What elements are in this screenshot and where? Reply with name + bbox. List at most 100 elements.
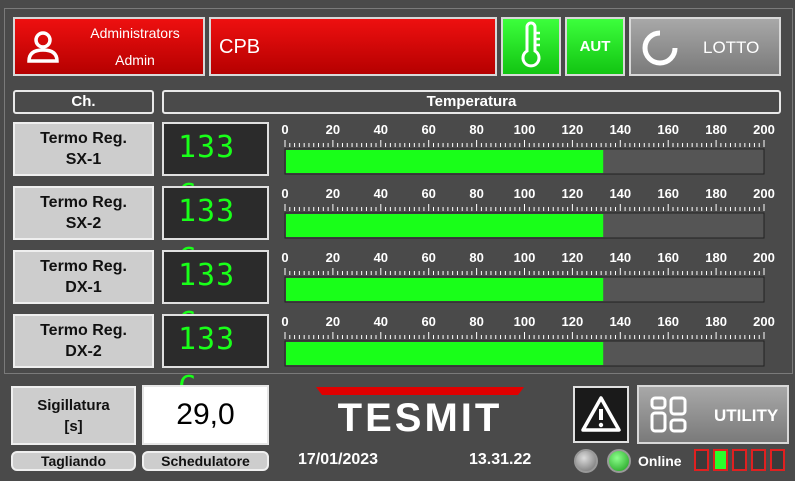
utility-button[interactable]: UTILITY (637, 385, 789, 444)
temperature-gauge: 0 20 40 60 80 100 120 140 160 180 200 (278, 312, 778, 372)
scale-tick-label: 160 (657, 122, 679, 137)
user-icon (27, 31, 59, 63)
scale-tick-label: 100 (514, 122, 536, 137)
temperature-column-header: Temperatura (162, 90, 781, 114)
channel-label-line1: Termo Reg. (40, 258, 127, 275)
scale-tick-label: 140 (609, 250, 631, 265)
lotto-label: LOTTO (703, 38, 760, 57)
temperature-readout: 133 C (162, 122, 269, 213)
utility-label: UTILITY (714, 406, 779, 425)
scale-tick-label: 180 (705, 250, 727, 265)
scale-tick-label: 180 (705, 186, 727, 201)
sealing-time-button[interactable]: Sigillatura [s] (11, 386, 136, 445)
program-name-field[interactable]: CPB (209, 17, 497, 76)
auto-mode-button[interactable]: AUT (565, 17, 625, 76)
scale-tick-label: 180 (705, 314, 727, 329)
sealing-unit: [s] (64, 417, 83, 435)
scale-tick-label: 160 (657, 314, 679, 329)
scale-tick-label: 160 (657, 250, 679, 265)
scale-tick-label: 0 (281, 122, 288, 137)
gauge-svg: 0 20 40 60 80 100 120 140 160 180 200 (281, 314, 775, 367)
signal-bar (713, 449, 728, 471)
gauge-fill (286, 342, 604, 365)
scale-tick-label: 0 (281, 186, 288, 201)
scale-tick-label: 100 (514, 314, 536, 329)
scale-tick-label: 100 (514, 186, 536, 201)
scale-tick-label: 60 (421, 122, 435, 137)
scale-tick-label: 140 (609, 186, 631, 201)
scale-tick-label: 80 (469, 186, 483, 201)
gauge-fill (286, 150, 604, 173)
maintenance-button[interactable]: Tagliando (11, 451, 136, 471)
gauge-fill (286, 278, 604, 301)
thermometer-icon (521, 21, 541, 68)
signal-bar (770, 449, 785, 471)
scale-tick-label: 20 (326, 314, 340, 329)
user-login-button[interactable]: Administrators Admin (13, 17, 205, 76)
gauge-svg: 0 20 40 60 80 100 120 140 160 180 200 (281, 186, 775, 239)
gauge-svg: 0 20 40 60 80 100 120 140 160 180 200 (281, 250, 775, 303)
sealing-time-input[interactable]: 29,0 (142, 385, 269, 445)
temperature-readout: 133 C (162, 314, 269, 405)
scale-tick-label: 80 (469, 314, 483, 329)
status-led-online (607, 449, 631, 473)
scale-tick-label: 60 (421, 250, 435, 265)
sealing-label: Sigillatura (37, 396, 110, 414)
user-name: Admin (115, 52, 155, 68)
scale-tick-label: 120 (562, 250, 584, 265)
progress-ring-icon (642, 30, 678, 66)
scale-tick-label: 0 (281, 314, 288, 329)
temperature-readout: 133 C (162, 186, 269, 277)
channel-label-line2: SX-1 (65, 151, 102, 168)
channel-label-line1: Termo Reg. (40, 130, 127, 147)
scale-tick-label: 60 (421, 314, 435, 329)
channel-label-line1: Termo Reg. (40, 194, 127, 211)
scale-tick-label: 180 (705, 122, 727, 137)
signal-bar (751, 449, 766, 471)
gauge-fill (286, 214, 604, 237)
scale-tick-label: 20 (326, 250, 340, 265)
scale-tick-label: 0 (281, 250, 288, 265)
channel-column-header: Ch. (13, 90, 154, 114)
channel-button[interactable]: Termo Reg. SX-1 (13, 122, 154, 176)
current-time: 13.31.22 (469, 451, 532, 468)
current-date: 17/01/2023 (298, 451, 379, 468)
channel-button[interactable]: Termo Reg. DX-2 (13, 314, 154, 368)
scale-tick-label: 200 (753, 186, 775, 201)
channel-button[interactable]: Termo Reg. DX-1 (13, 250, 154, 304)
scale-tick-label: 40 (374, 250, 388, 265)
scale-tick-label: 140 (609, 314, 631, 329)
alarm-button[interactable] (573, 386, 629, 443)
temperature-gauge: 0 20 40 60 80 100 120 140 160 180 200 (278, 184, 778, 244)
scale-tick-label: 20 (326, 186, 340, 201)
lotto-button[interactable]: LOTTO (629, 17, 781, 76)
scale-tick-label: 80 (469, 250, 483, 265)
scale-tick-label: 120 (562, 186, 584, 201)
scale-tick-label: 140 (609, 122, 631, 137)
scale-tick-label: 20 (326, 122, 340, 137)
thermometer-button[interactable] (501, 17, 561, 76)
channel-button[interactable]: Termo Reg. SX-2 (13, 186, 154, 240)
signal-bar (732, 449, 747, 471)
scale-tick-label: 120 (562, 314, 584, 329)
channel-label-line2: SX-2 (65, 215, 102, 232)
temperature-gauge: 0 20 40 60 80 100 120 140 160 180 200 (278, 120, 778, 180)
temperature-gauge: 0 20 40 60 80 100 120 140 160 180 200 (278, 248, 778, 308)
scale-tick-label: 40 (374, 186, 388, 201)
warning-icon (581, 396, 621, 432)
scale-tick-label: 160 (657, 186, 679, 201)
dashboard-grid-icon (650, 396, 687, 433)
scale-tick-label: 200 (753, 122, 775, 137)
scale-tick-label: 80 (469, 122, 483, 137)
gauge-svg: 0 20 40 60 80 100 120 140 160 180 200 (281, 122, 775, 175)
scale-tick-label: 40 (374, 314, 388, 329)
program-name: CPB (219, 36, 261, 58)
channel-label-line1: Termo Reg. (40, 322, 127, 339)
tesmit-logo: TESMIT (316, 387, 524, 435)
signal-bar (694, 449, 709, 471)
scale-tick-label: 60 (421, 186, 435, 201)
scheduler-button[interactable]: Schedulatore (142, 451, 269, 471)
user-group: Administrators (90, 25, 180, 41)
scale-tick-label: 200 (753, 250, 775, 265)
scale-tick-label: 200 (753, 314, 775, 329)
